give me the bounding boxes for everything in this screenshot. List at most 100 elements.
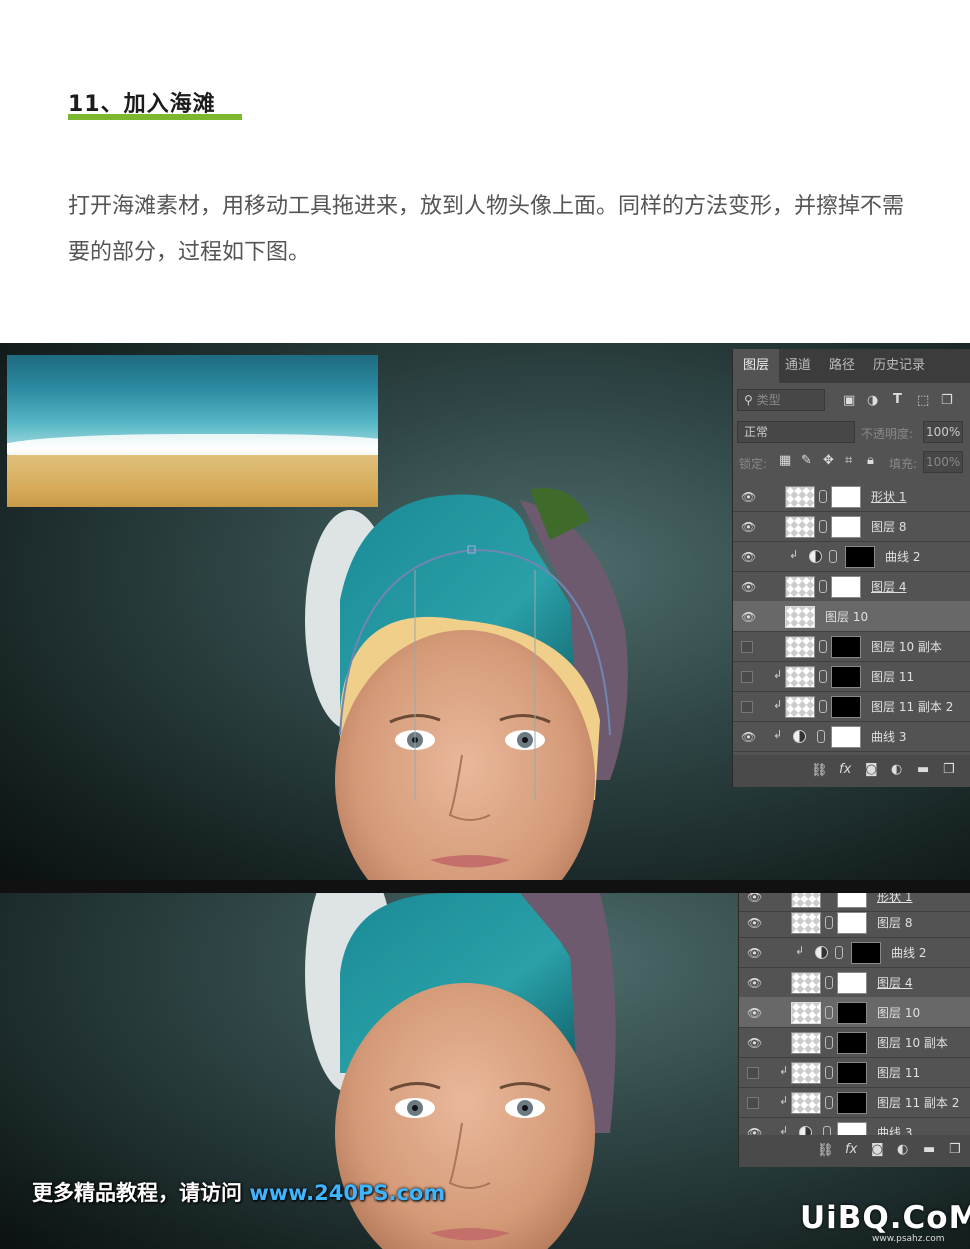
lock-position-icon[interactable]: ✥ — [823, 453, 834, 468]
lock-pixels-icon[interactable]: ▦ — [779, 453, 791, 468]
layer-name[interactable]: 图层 11 副本 2 — [877, 1094, 959, 1111]
lock-paint-icon[interactable]: ✎ — [801, 453, 812, 468]
chain-link-icon[interactable] — [825, 916, 833, 929]
layer-mask-thumbnail[interactable] — [837, 893, 867, 908]
link-icon[interactable]: ⛓︎ — [811, 763, 828, 778]
layer-mask-thumbnail[interactable] — [845, 546, 875, 568]
eye-icon[interactable]: 👁︎ — [747, 976, 762, 990]
tab-paths[interactable]: 路径 — [819, 349, 865, 383]
layer-row[interactable]: 👁︎ ↲ 曲线 2 — [739, 937, 970, 968]
layer-row[interactable]: 👁︎ 图层 4 — [739, 967, 970, 998]
eye-icon[interactable]: 👁︎ — [741, 580, 756, 594]
fx-icon[interactable]: fx — [845, 1142, 857, 1157]
chain-link-icon[interactable] — [819, 700, 827, 713]
eye-icon[interactable]: 👁︎ — [747, 1006, 762, 1020]
chain-link-icon[interactable] — [825, 1096, 833, 1109]
chain-link-icon[interactable] — [819, 640, 827, 653]
layer-row[interactable]: ↲ 图层 11 副本 2 — [739, 1087, 970, 1118]
layer-mask-thumbnail[interactable] — [831, 726, 861, 748]
shape-filter-icon[interactable]: ⬚ — [917, 393, 929, 408]
layer-name[interactable]: 形状 1 — [877, 893, 912, 905]
layer-row[interactable]: 👁︎ ↲ 曲线 3 — [733, 721, 970, 752]
layer-name[interactable]: 图层 4 — [877, 974, 912, 991]
layer-name[interactable]: 图层 11 — [877, 1064, 920, 1081]
folder-icon[interactable]: ▬ — [923, 1142, 935, 1157]
eye-icon[interactable]: 👁︎ — [747, 946, 762, 960]
visibility-off-checkbox[interactable] — [747, 1097, 759, 1109]
layer-mask-thumbnail[interactable] — [837, 1092, 867, 1114]
adjustment-filter-icon[interactable]: ◑ — [867, 393, 878, 408]
layer-mask-thumbnail[interactable] — [837, 1062, 867, 1084]
visibility-off-checkbox[interactable] — [741, 671, 753, 683]
layer-mask-thumbnail[interactable] — [837, 1032, 867, 1054]
chain-link-icon[interactable] — [825, 1006, 833, 1019]
adjustment-icon[interactable]: ◐ — [897, 1142, 908, 1157]
layer-name[interactable]: 图层 10 — [825, 608, 868, 625]
layer-name[interactable]: 图层 10 副本 — [877, 1034, 948, 1051]
layer-filter-select[interactable]: ⚲ 类型 — [737, 389, 825, 411]
eye-icon[interactable]: 👁︎ — [747, 893, 762, 904]
layer-mask-thumbnail[interactable] — [831, 576, 861, 598]
fill-input[interactable]: 100% — [923, 451, 963, 473]
layer-row[interactable]: ↲ 图层 11 — [733, 661, 970, 692]
lock-artboard-icon[interactable]: ⌗ — [845, 453, 852, 468]
chain-link-icon[interactable] — [819, 490, 827, 503]
link-icon[interactable]: ⛓︎ — [817, 1143, 834, 1158]
layer-name[interactable]: 图层 11 副本 2 — [871, 698, 953, 715]
layer-name[interactable]: 图层 8 — [871, 518, 906, 535]
visibility-off-checkbox[interactable] — [741, 641, 753, 653]
fx-icon[interactable]: fx — [839, 762, 851, 777]
layer-name[interactable]: 形状 1 — [871, 488, 906, 505]
layer-name[interactable]: 曲线 2 — [891, 944, 926, 961]
chain-link-icon[interactable] — [819, 520, 827, 533]
layer-name[interactable]: 图层 11 — [871, 668, 914, 685]
layer-name[interactable]: 曲线 2 — [885, 548, 920, 565]
layer-mask-thumbnail[interactable] — [837, 1002, 867, 1024]
layer-row[interactable]: ↲ 图层 11 — [739, 1057, 970, 1088]
layer-name[interactable]: 图层 10 副本 — [871, 638, 942, 655]
eye-icon[interactable]: 👁︎ — [741, 610, 756, 624]
opacity-input[interactable]: 100% — [923, 421, 963, 443]
eye-icon[interactable]: 👁︎ — [741, 490, 756, 504]
layer-name[interactable]: 图层 8 — [877, 914, 912, 931]
layer-row[interactable]: 👁︎ 图层 10 副本 — [739, 1027, 970, 1058]
layer-mask-thumbnail[interactable] — [831, 486, 861, 508]
chain-link-icon[interactable] — [835, 946, 843, 959]
layer-row[interactable]: 图层 10 副本 — [733, 631, 970, 662]
eye-icon[interactable]: 👁︎ — [741, 520, 756, 534]
eye-icon[interactable]: 👁︎ — [741, 550, 756, 564]
new-layer-icon[interactable]: ❒ — [949, 1142, 961, 1157]
visibility-off-checkbox[interactable] — [741, 701, 753, 713]
layer-row[interactable]: 👁︎ 形状 1 — [733, 481, 970, 512]
chain-link-icon[interactable] — [817, 730, 825, 743]
layer-row[interactable]: 👁︎ ↲ 曲线 2 — [733, 541, 970, 572]
chain-link-icon[interactable] — [825, 1066, 833, 1079]
layer-row-selected[interactable]: 👁︎ 图层 10 — [739, 997, 970, 1028]
layer-mask-thumbnail[interactable] — [837, 972, 867, 994]
folder-icon[interactable]: ▬ — [917, 762, 929, 777]
eye-icon[interactable]: 👁︎ — [741, 730, 756, 744]
tab-layers[interactable]: 图层 — [733, 349, 780, 383]
layer-mask-thumbnail[interactable] — [837, 912, 867, 934]
layer-row[interactable]: 👁︎ 图层 4 — [733, 571, 970, 602]
layer-mask-thumbnail[interactable] — [831, 516, 861, 538]
tab-channels[interactable]: 通道 — [775, 349, 821, 383]
layer-name[interactable]: 图层 4 — [871, 578, 906, 595]
new-layer-icon[interactable]: ❒ — [943, 762, 955, 777]
layer-row[interactable]: 👁︎ 图层 8 — [739, 907, 970, 938]
eye-icon[interactable]: 👁︎ — [747, 1036, 762, 1050]
tab-history[interactable]: 历史记录 — [863, 349, 935, 383]
layer-row-selected[interactable]: 👁︎ 图层 10 — [733, 601, 970, 632]
chain-link-icon[interactable] — [819, 580, 827, 593]
blend-mode-select[interactable]: 正常 — [737, 421, 855, 443]
chain-link-icon[interactable] — [819, 670, 827, 683]
layer-row[interactable]: ↲ 图层 11 副本 2 — [733, 691, 970, 722]
chain-link-icon[interactable] — [825, 1036, 833, 1049]
mask-icon[interactable]: ◙ — [865, 762, 878, 777]
mask-icon[interactable]: ◙ — [871, 1142, 884, 1157]
chain-link-icon[interactable] — [829, 550, 837, 563]
layer-mask-thumbnail[interactable] — [831, 666, 861, 688]
layer-mask-thumbnail[interactable] — [831, 636, 861, 658]
layer-mask-thumbnail[interactable] — [831, 696, 861, 718]
smart-object-filter-icon[interactable]: ❐ — [941, 393, 953, 408]
